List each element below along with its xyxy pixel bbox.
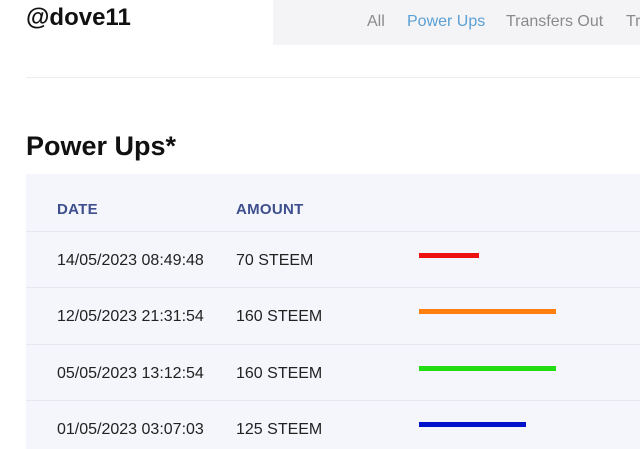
tab-power-ups[interactable]: Power Ups	[407, 13, 485, 31]
tab-transfers-in[interactable]: Tr	[626, 13, 640, 31]
table-row: 05/05/2023 13:12:54 160 STEEM	[26, 344, 640, 401]
table-row: 14/05/2023 08:49:48 70 STEEM	[26, 231, 640, 288]
tab-transfers-out[interactable]: Transfers Out	[506, 13, 603, 31]
amount-bar	[419, 253, 479, 258]
amount-bar	[419, 422, 526, 427]
column-header-amount: AMOUNT	[236, 201, 304, 218]
row-amount: 125 STEEM	[236, 421, 323, 438]
tab-all[interactable]: All	[367, 13, 385, 31]
amount-bar	[419, 366, 556, 371]
row-amount: 160 STEEM	[236, 308, 323, 325]
row-amount: 160 STEEM	[236, 365, 323, 382]
tab-bar: All Power Ups Transfers Out Tr	[273, 0, 640, 45]
amount-bar	[419, 309, 556, 314]
table-row: 01/05/2023 03:07:03 125 STEEM	[26, 400, 640, 449]
row-date: 14/05/2023 08:49:48	[57, 252, 204, 269]
divider	[26, 77, 640, 78]
row-date: 12/05/2023 21:31:54	[57, 308, 204, 325]
section-title: Power Ups*	[26, 131, 177, 161]
power-ups-table: DATE AMOUNT 14/05/2023 08:49:48 70 STEEM…	[26, 174, 640, 449]
row-date: 05/05/2023 13:12:54	[57, 365, 204, 382]
table-row: 12/05/2023 21:31:54 160 STEEM	[26, 287, 640, 344]
row-amount: 70 STEEM	[236, 252, 314, 269]
column-header-date: DATE	[57, 201, 98, 218]
page: @dove11 All Power Ups Transfers Out Tr P…	[0, 0, 640, 449]
username-title: @dove11	[26, 4, 131, 31]
row-date: 01/05/2023 03:07:03	[57, 421, 204, 438]
